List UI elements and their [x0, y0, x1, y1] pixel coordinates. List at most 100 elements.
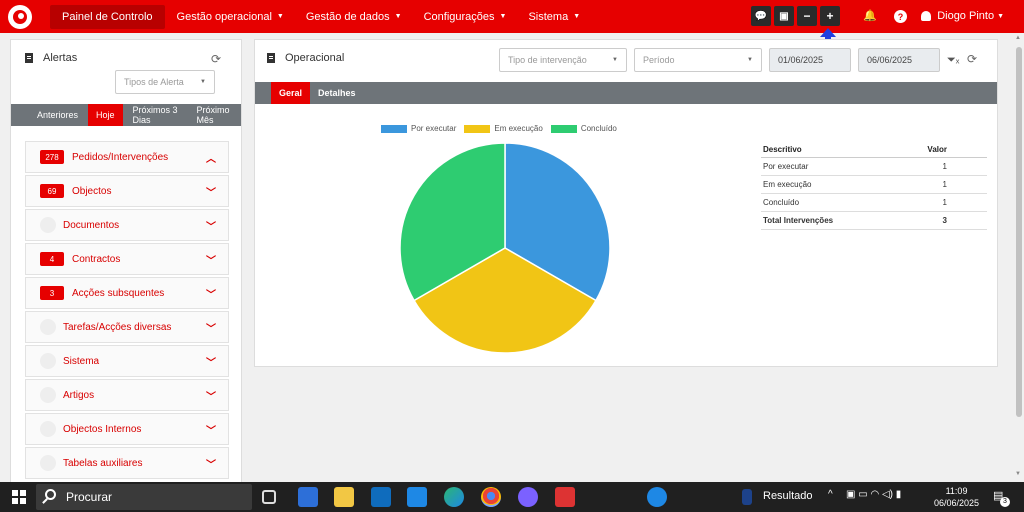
empty-badge — [40, 353, 56, 369]
count-badge: 278 — [40, 150, 64, 164]
alert-item-tabelas[interactable]: Tabelas auxiliares ﹀ — [25, 447, 229, 479]
search-icon — [45, 489, 56, 500]
chevron-down-icon: ﹀ — [206, 425, 216, 437]
chevron-down-icon: ﹀ — [206, 323, 216, 335]
alert-type-select[interactable]: Tipos de Alerta ▼ — [115, 70, 215, 94]
empty-badge — [40, 319, 56, 335]
document-icon — [25, 53, 33, 63]
tray-icons[interactable]: ▣ ▭ ◠ ◁) ▮ — [846, 489, 901, 500]
legend-swatch — [550, 124, 577, 133]
count-badge: 3 — [40, 286, 64, 300]
chevron-down-icon: ﹀ — [206, 459, 216, 471]
id-card-button[interactable]: ▣ — [774, 6, 794, 26]
alert-item-sistema[interactable]: Sistema ﹀ — [25, 345, 229, 377]
alert-list: 278 Pedidos/Intervenções ︿ 69 Objectos ﹀… — [25, 141, 229, 481]
chevron-down-icon: ﹀ — [206, 187, 216, 199]
app-icon[interactable] — [407, 487, 427, 507]
legend-item[interactable]: Por executar — [381, 124, 456, 133]
taskbar-search[interactable]: Procurar — [36, 484, 252, 510]
alerts-panel: Alertas ⟳ Tipos de Alerta ▼ Anteriores H… — [10, 39, 242, 484]
scroll-thumb[interactable] — [1016, 47, 1022, 417]
tab-proximos-3-dias[interactable]: Próximos 3 Dias — [125, 104, 189, 126]
alert-item-contractos[interactable]: 4 Contractos ﹀ — [25, 243, 229, 275]
file-explorer-icon[interactable] — [334, 487, 354, 507]
chevron-up-icon[interactable]: ^ — [828, 489, 833, 500]
caret-down-icon: ▼ — [997, 12, 1004, 20]
intervention-type-select[interactable]: Tipo de intervenção ▼ — [499, 48, 627, 72]
alert-item-tarefas[interactable]: Tarefas/Acções diversas ﹀ — [25, 311, 229, 343]
caret-down-icon: ▼ — [394, 13, 402, 20]
alert-item-objectos-internos[interactable]: Objectos Internos ﹀ — [25, 413, 229, 445]
nav-gestao-operacional[interactable]: Gestão operacional ▼ — [167, 5, 294, 29]
user-menu[interactable]: Diogo Pinto ▼ — [921, 10, 1004, 22]
chart-legend: Por executar Em execução Concluído — [381, 124, 625, 133]
tab-hoje[interactable]: Hoje — [88, 104, 123, 126]
tab-anteriores[interactable]: Anteriores — [29, 104, 86, 126]
scroll-up-icon[interactable]: ▲ — [1015, 35, 1021, 41]
document-icon — [267, 53, 275, 63]
caret-down-icon: ▼ — [612, 57, 618, 63]
caret-down-icon: ▼ — [747, 57, 753, 63]
caret-down-icon: ▼ — [499, 13, 507, 20]
date-to-field[interactable]: 06/06/2025 — [858, 48, 940, 72]
help-app-icon[interactable] — [647, 487, 667, 507]
id-card-icon: ▣ — [779, 10, 789, 22]
alert-item-artigos[interactable]: Artigos ﹀ — [25, 379, 229, 411]
chevron-down-icon: ﹀ — [206, 221, 216, 233]
app-icon[interactable] — [518, 487, 538, 507]
task-view-icon[interactable] — [262, 490, 276, 504]
tab-detalhes[interactable]: Detalhes — [310, 82, 364, 104]
nav-painel-controlo[interactable]: Painel de Controlo — [50, 4, 165, 29]
refresh-icon[interactable]: ⟳ — [967, 52, 977, 66]
caret-down-icon: ▼ — [276, 13, 284, 20]
user-icon — [921, 11, 932, 21]
chevron-up-icon: ︿ — [206, 153, 216, 165]
operational-title: Operacional — [267, 52, 344, 64]
page-scrollbar[interactable]: ▲ ▼ — [1014, 33, 1024, 482]
chat-button[interactable]: 💬 — [751, 6, 771, 26]
legend-swatch — [464, 124, 491, 133]
zoom-out-button[interactable]: − — [797, 6, 817, 26]
table-row: Por executar 1 — [761, 157, 987, 176]
app-icon[interactable] — [555, 487, 575, 507]
clear-filter-icon[interactable]: ⏷ₓ — [947, 54, 959, 67]
empty-badge — [40, 387, 56, 403]
table-row: Concluído 1 — [761, 193, 987, 212]
date-from-field[interactable]: 01/06/2025 — [769, 48, 851, 72]
tab-proximo-mes[interactable]: Próximo Mês — [189, 104, 241, 126]
alerts-tabs: Anteriores Hoje Próximos 3 Dias Próximo … — [11, 104, 241, 126]
alert-item-accoes[interactable]: 3 Acções subsquentes ﹀ — [25, 277, 229, 309]
chevron-down-icon: ﹀ — [206, 255, 216, 267]
outlook-icon[interactable] — [371, 487, 391, 507]
zoom-in-button[interactable]: + — [820, 6, 840, 26]
weather-label[interactable]: Resultado — [763, 490, 813, 502]
nba-icon[interactable] — [742, 489, 752, 505]
nav-configuracoes[interactable]: Configurações ▼ — [414, 5, 517, 29]
scroll-down-icon[interactable]: ▼ — [1015, 471, 1021, 477]
empty-badge — [40, 455, 56, 471]
tab-geral[interactable]: Geral — [271, 82, 311, 104]
alert-item-objectos[interactable]: 69 Objectos ﹀ — [25, 175, 229, 207]
taskbar-clock[interactable]: 11:09 06/06/2025 — [934, 485, 979, 509]
nav-gestao-dados[interactable]: Gestão de dados ▼ — [296, 5, 412, 29]
nav-sistema[interactable]: Sistema ▼ — [518, 5, 590, 29]
empty-badge — [40, 217, 56, 233]
help-icon[interactable]: ? — [894, 10, 907, 23]
period-select[interactable]: Período ▼ — [634, 48, 762, 72]
edge-icon[interactable] — [444, 487, 464, 507]
alert-item-documentos[interactable]: Documentos ﹀ — [25, 209, 229, 241]
legend-item[interactable]: Em execução — [464, 124, 543, 133]
store-icon[interactable] — [298, 487, 318, 507]
vodafone-logo[interactable] — [8, 4, 32, 29]
bell-icon[interactable]: 🔔 — [863, 9, 877, 22]
refresh-icon[interactable]: ⟳ — [211, 52, 221, 66]
legend-item[interactable]: Concluído — [550, 124, 617, 133]
chrome-icon[interactable] — [481, 487, 501, 507]
alert-item-pedidos[interactable]: 278 Pedidos/Intervenções ︿ — [25, 141, 229, 173]
chevron-down-icon: ﹀ — [206, 391, 216, 403]
caret-down-icon: ▼ — [200, 79, 206, 85]
legend-swatch — [381, 124, 407, 133]
windows-start-icon[interactable] — [12, 490, 26, 504]
table-total-row: Total Intervenções 3 — [761, 211, 987, 230]
chevron-down-icon: ﹀ — [206, 289, 216, 301]
